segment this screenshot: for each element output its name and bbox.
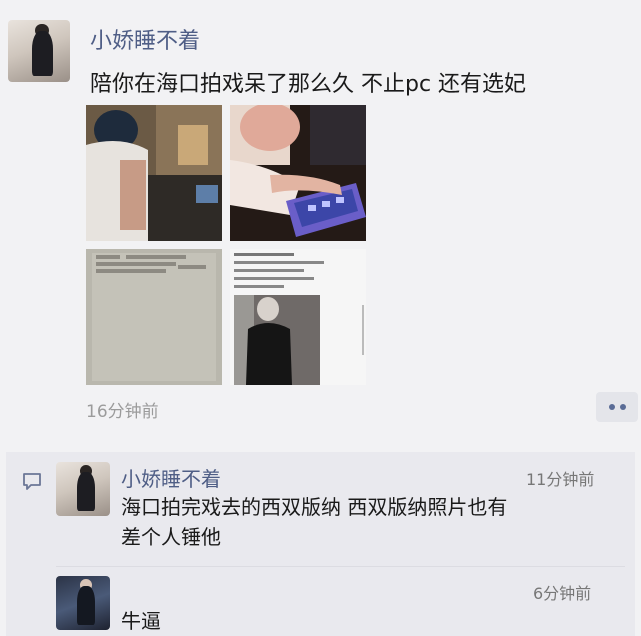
comment-time-2: 6分钟前: [533, 584, 592, 603]
commenter-name[interactable]: 小娇睡不着: [121, 463, 221, 492]
moment-post: 小娇睡不着 陪你在海口拍戏呆了那么久 不止pc 还有选妃 16分钟前: [0, 0, 641, 440]
commenter-avatar-2[interactable]: [56, 576, 110, 630]
author-avatar[interactable]: [8, 20, 70, 82]
comment-text-line2: 差个人锤他: [121, 525, 221, 549]
comment-section: 小娇睡不着 11分钟前 海口拍完戏去的西双版纳 西双版纳照片也有 差个人锤他 6…: [6, 452, 635, 636]
commenter-avatar[interactable]: [56, 462, 110, 516]
comment-text-line1: 海口拍完戏去的西双版纳 西双版纳照片也有: [121, 495, 508, 519]
post-time: 16分钟前: [86, 402, 159, 422]
comment-time: 11分钟前: [526, 470, 595, 489]
more-options-button[interactable]: [596, 392, 638, 422]
author-name[interactable]: 小娇睡不着: [90, 23, 200, 55]
dot-icon: [608, 404, 615, 410]
photo-man-at-desk[interactable]: [86, 105, 222, 241]
photo-chat-screenshot[interactable]: [86, 249, 222, 385]
comment-divider: [56, 566, 625, 567]
photo-hands-tablet[interactable]: [230, 105, 366, 241]
comment-text-2: 牛逼: [121, 609, 161, 633]
comment-icon: [23, 473, 41, 490]
photo-chat-and-person[interactable]: [230, 249, 366, 385]
post-text: 陪你在海口拍戏呆了那么久 不止pc 还有选妃: [90, 72, 527, 97]
dot-icon: [619, 404, 626, 410]
